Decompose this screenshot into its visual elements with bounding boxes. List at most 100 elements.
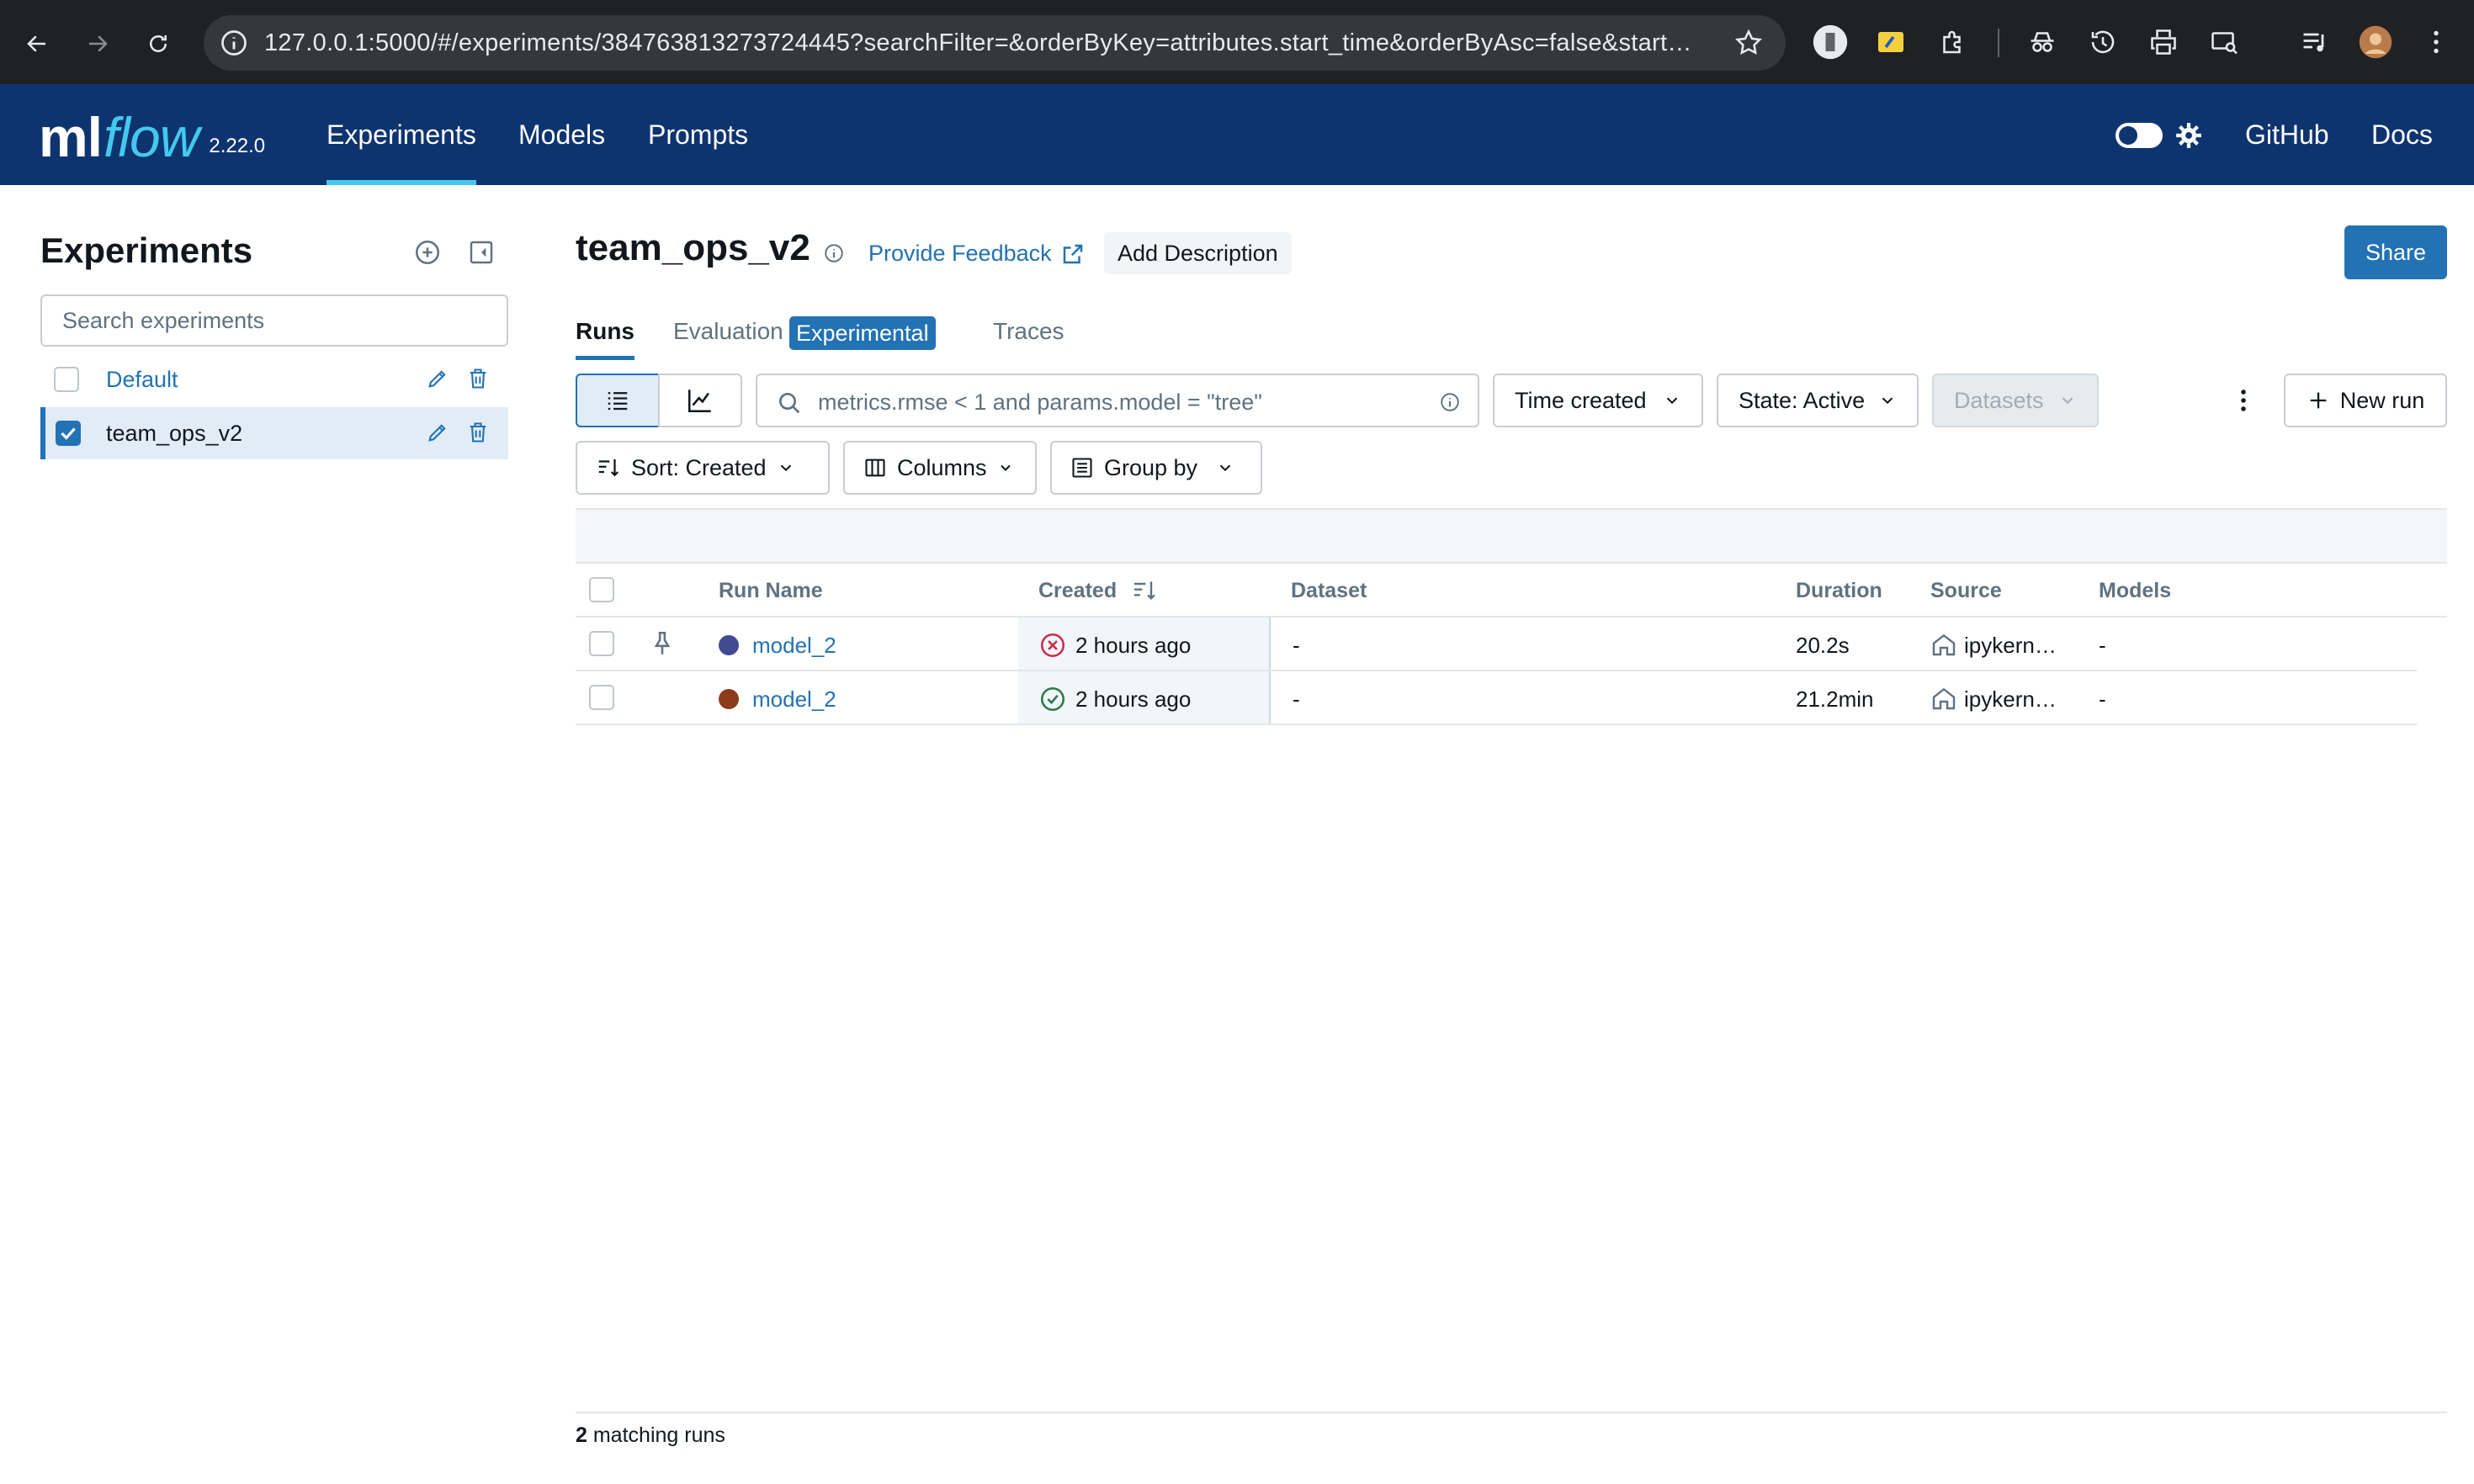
dark-mode-toggle[interactable] [2116, 123, 2163, 148]
nav-models[interactable]: Models [518, 84, 605, 185]
table-row[interactable]: model_2 2 hours ago - 20.2s ipykern… - [576, 617, 2417, 671]
tab-evaluation[interactable]: Evaluation [673, 318, 783, 360]
provide-feedback-link[interactable]: Provide Feedback [868, 241, 1086, 267]
time-created-label: Time created [1515, 387, 1647, 413]
experiment-checkbox[interactable] [54, 367, 79, 392]
bookmark-star-icon[interactable] [1733, 28, 1764, 58]
experiment-info-icon[interactable] [823, 242, 845, 264]
extensions-puzzle-icon[interactable] [1934, 23, 1972, 61]
experimental-badge: Experimental [789, 316, 936, 350]
chevron-down-icon [1666, 397, 1678, 405]
table-view-toggle[interactable] [576, 374, 660, 427]
sort-dropdown[interactable]: Sort: Created [576, 441, 830, 495]
add-description-button[interactable]: Add Description [1104, 232, 1292, 274]
experiment-checkbox-checked[interactable] [56, 421, 81, 446]
header-dataset[interactable]: Dataset [1291, 579, 1367, 603]
url-text: 127.0.0.1:5000/#/experiments/38476381327… [264, 29, 1692, 56]
dataset-value: - [1293, 686, 1300, 712]
line-chart-icon [688, 390, 711, 413]
extension-1-icon[interactable] [1811, 23, 1850, 61]
duration-value: 20.2s [1796, 633, 1850, 658]
nav-experiments-label: Experiments [327, 119, 476, 150]
experiment-item-default[interactable]: Default [40, 353, 508, 405]
state-dropdown[interactable]: State: Active [1717, 374, 1919, 427]
experiment-label[interactable]: team_ops_v2 [106, 421, 242, 447]
delete-trash-icon[interactable] [465, 419, 491, 446]
experiment-item-team-ops-v2[interactable]: team_ops_v2 [40, 407, 508, 459]
created-value: 2 hours ago [1075, 686, 1192, 712]
row-checkbox[interactable] [589, 685, 614, 710]
chart-view-toggle[interactable] [658, 374, 742, 427]
reload-button[interactable] [138, 24, 178, 64]
header-created[interactable]: Created [1038, 579, 1117, 603]
nav-experiments[interactable]: Experiments [327, 84, 476, 185]
table-row[interactable]: model_2 2 hours ago - 21.2min ipykern… - [576, 671, 2417, 725]
github-link[interactable]: GitHub [2245, 84, 2329, 185]
run-name-link[interactable]: model_2 [752, 686, 836, 713]
incognito-icon[interactable] [2023, 23, 2062, 61]
table-group-header [576, 508, 2447, 564]
chevron-down-icon [1882, 397, 1893, 405]
chevron-down-icon [1219, 464, 1231, 472]
group-by-dropdown[interactable]: Group by [1050, 441, 1262, 495]
delete-trash-icon[interactable] [465, 365, 491, 392]
mlflow-logo[interactable]: ml flow 2.22.0 [39, 103, 265, 167]
select-all-checkbox[interactable] [589, 577, 614, 602]
share-button[interactable]: Share [2344, 225, 2447, 279]
source-value[interactable]: ipykern… [1964, 686, 2057, 713]
row-checkbox[interactable] [589, 631, 614, 656]
columns-dropdown[interactable]: Columns [843, 441, 1037, 495]
extension-2-icon[interactable] [1871, 23, 1910, 61]
collapse-sidebar-icon[interactable] [466, 237, 496, 268]
datasets-dropdown[interactable]: Datasets [1932, 374, 2099, 427]
created-value: 2 hours ago [1075, 633, 1192, 658]
logo-flow: flow [104, 106, 199, 168]
run-search-input[interactable]: metrics.rmse < 1 and params.model = "tre… [756, 374, 1479, 427]
edit-pencil-icon[interactable] [424, 419, 451, 446]
tab-runs[interactable]: Runs [576, 318, 634, 360]
nav-prompts-label: Prompts [648, 119, 749, 150]
cast-search-icon[interactable] [2205, 23, 2243, 61]
columns-label: Columns [897, 454, 987, 480]
more-options-icon[interactable] [2228, 384, 2259, 417]
run-color-dot[interactable] [719, 689, 739, 709]
run-name-link[interactable]: model_2 [752, 633, 836, 659]
sidebar-title: Experiments [40, 231, 253, 270]
source-value[interactable]: ipykern… [1964, 633, 2057, 659]
new-run-button[interactable]: New run [2284, 374, 2447, 427]
search-experiments-input[interactable] [40, 294, 508, 347]
tab-traces[interactable]: Traces [993, 318, 1064, 360]
docs-link[interactable]: Docs [2371, 84, 2433, 185]
search-help-icon[interactable] [1439, 391, 1461, 413]
profile-avatar-icon[interactable] [2356, 23, 2395, 61]
failed-status-icon [1038, 631, 1067, 660]
edit-pencil-icon[interactable] [424, 365, 451, 392]
sort-desc-icon[interactable] [1131, 577, 1158, 604]
settings-gear-icon[interactable] [2174, 121, 2203, 150]
footer-divider [576, 1412, 2447, 1413]
back-button[interactable] [17, 24, 57, 64]
browser-chrome: 127.0.0.1:5000/#/experiments/38476381327… [0, 0, 2474, 84]
duration-value: 21.2min [1796, 686, 1874, 712]
media-control-icon[interactable] [2296, 23, 2334, 61]
nav-prompts[interactable]: Prompts [648, 84, 748, 185]
site-info-icon[interactable] [219, 28, 249, 58]
table-header: Run Name Created Dataset Duration Source… [576, 564, 2447, 617]
header-duration[interactable]: Duration [1796, 579, 1882, 603]
history-icon[interactable] [2084, 23, 2122, 61]
toolbar-separator [1998, 29, 1999, 57]
pin-icon[interactable] [648, 629, 677, 658]
header-source[interactable]: Source [1930, 579, 2002, 603]
print-icon[interactable] [2144, 23, 2183, 61]
search-placeholder: metrics.rmse < 1 and params.model = "tre… [818, 390, 1262, 415]
header-models[interactable]: Models [2099, 579, 2171, 603]
address-bar[interactable]: 127.0.0.1:5000/#/experiments/38476381327… [204, 15, 1786, 71]
forward-button[interactable] [77, 24, 118, 64]
browser-menu-icon[interactable] [2417, 23, 2455, 61]
run-color-dot[interactable] [719, 635, 739, 655]
plus-icon [2310, 392, 2327, 409]
experiment-label[interactable]: Default [106, 367, 178, 393]
header-run-name[interactable]: Run Name [719, 579, 823, 603]
create-experiment-icon[interactable] [412, 237, 443, 268]
time-created-dropdown[interactable]: Time created [1493, 374, 1703, 427]
